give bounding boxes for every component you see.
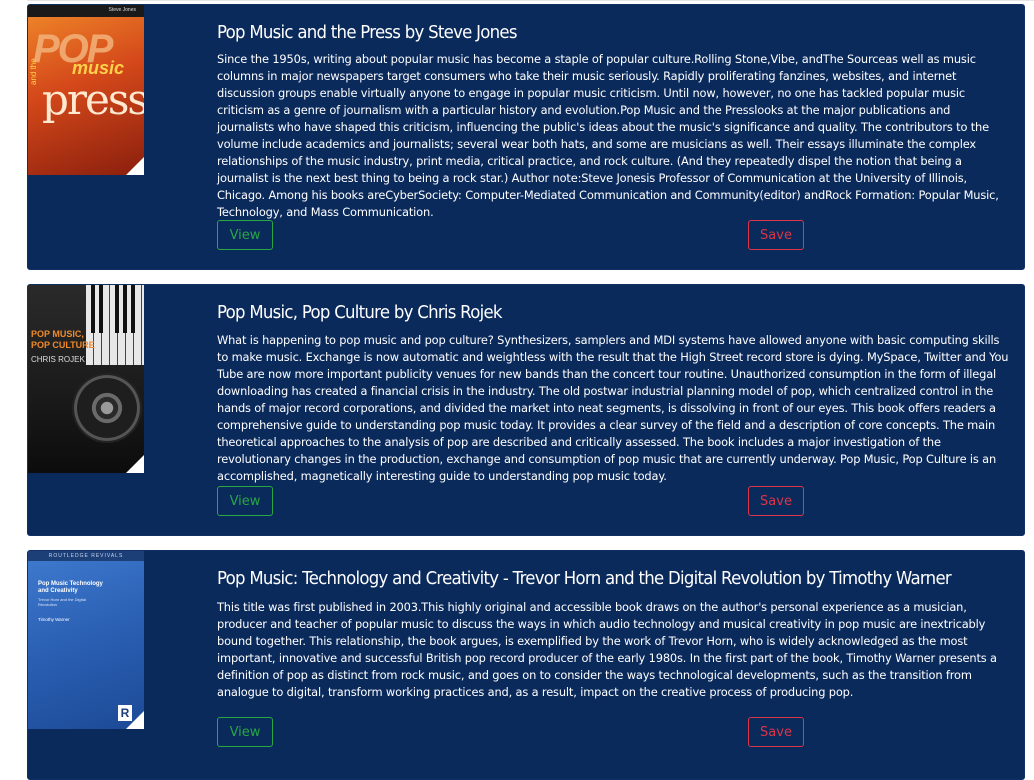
view-button[interactable]: View: [217, 486, 273, 516]
cover-andthe-text: and the: [29, 58, 38, 85]
cover-black-key: [123, 285, 127, 333]
book-description: Since the 1950s, writing about popular m…: [217, 52, 999, 219]
cover-title: POP MUSIC, POP CULTURE: [31, 329, 95, 351]
cover-speaker: [72, 373, 142, 443]
cover-subtitle-line2: Revolution: [38, 602, 57, 607]
book-title[interactable]: Pop Music: Technology and Creativity - T…: [217, 568, 952, 589]
book-description: What is happening to pop music and pop c…: [217, 333, 1009, 483]
book-title[interactable]: Pop Music, Pop Culture by Chris Rojek: [217, 302, 503, 323]
save-button[interactable]: Save: [748, 717, 804, 747]
cover-title-line2: POP CULTURE: [31, 340, 95, 350]
cover-black-key: [91, 285, 95, 333]
book-card: ROUTLEDGE REVIVALS Pop Music Technology …: [27, 550, 1025, 780]
page-curl: [126, 455, 144, 473]
cover-author: Steve Jones: [108, 7, 136, 13]
cover-title-line2: and Creativity: [38, 588, 78, 594]
top-divider: [27, 0, 1034, 1]
view-button[interactable]: View: [217, 220, 273, 250]
cover-black-key: [131, 285, 135, 333]
cover-black-key: [115, 285, 119, 333]
book-description: This title was first published in 2003.T…: [217, 600, 997, 699]
cover-title: Pop Music Technology and Creativity: [38, 581, 103, 595]
cover-press-text: press: [42, 75, 144, 124]
view-button[interactable]: View: [217, 717, 273, 747]
save-button[interactable]: Save: [748, 486, 804, 516]
save-button[interactable]: Save: [748, 220, 804, 250]
page-curl: [126, 711, 144, 729]
cover-author: Timothy Warner: [38, 617, 70, 622]
cover-title-line1: POP MUSIC,: [31, 329, 84, 339]
book-card: POP MUSIC, POP CULTURE CHRIS ROJEK Pop M…: [27, 284, 1025, 536]
cover-title-line1: Pop Music Technology: [38, 581, 103, 587]
cover-author: CHRIS ROJEK: [31, 355, 85, 364]
book-card: Steve Jones POP music and the press Pop …: [27, 4, 1025, 270]
book-cover-image[interactable]: Steve Jones POP music and the press: [28, 5, 144, 175]
cover-black-key: [99, 285, 103, 333]
book-cover-image[interactable]: ROUTLEDGE REVIVALS Pop Music Technology …: [28, 551, 144, 729]
cover-series-bar: ROUTLEDGE REVIVALS: [28, 551, 144, 561]
cover-subtitle: Trevor Horn and the Digital Revolution: [38, 597, 86, 607]
book-title[interactable]: Pop Music and the Press by Steve Jones: [217, 22, 518, 43]
page-curl: [126, 157, 144, 175]
book-cover-image[interactable]: POP MUSIC, POP CULTURE CHRIS ROJEK: [28, 285, 144, 473]
